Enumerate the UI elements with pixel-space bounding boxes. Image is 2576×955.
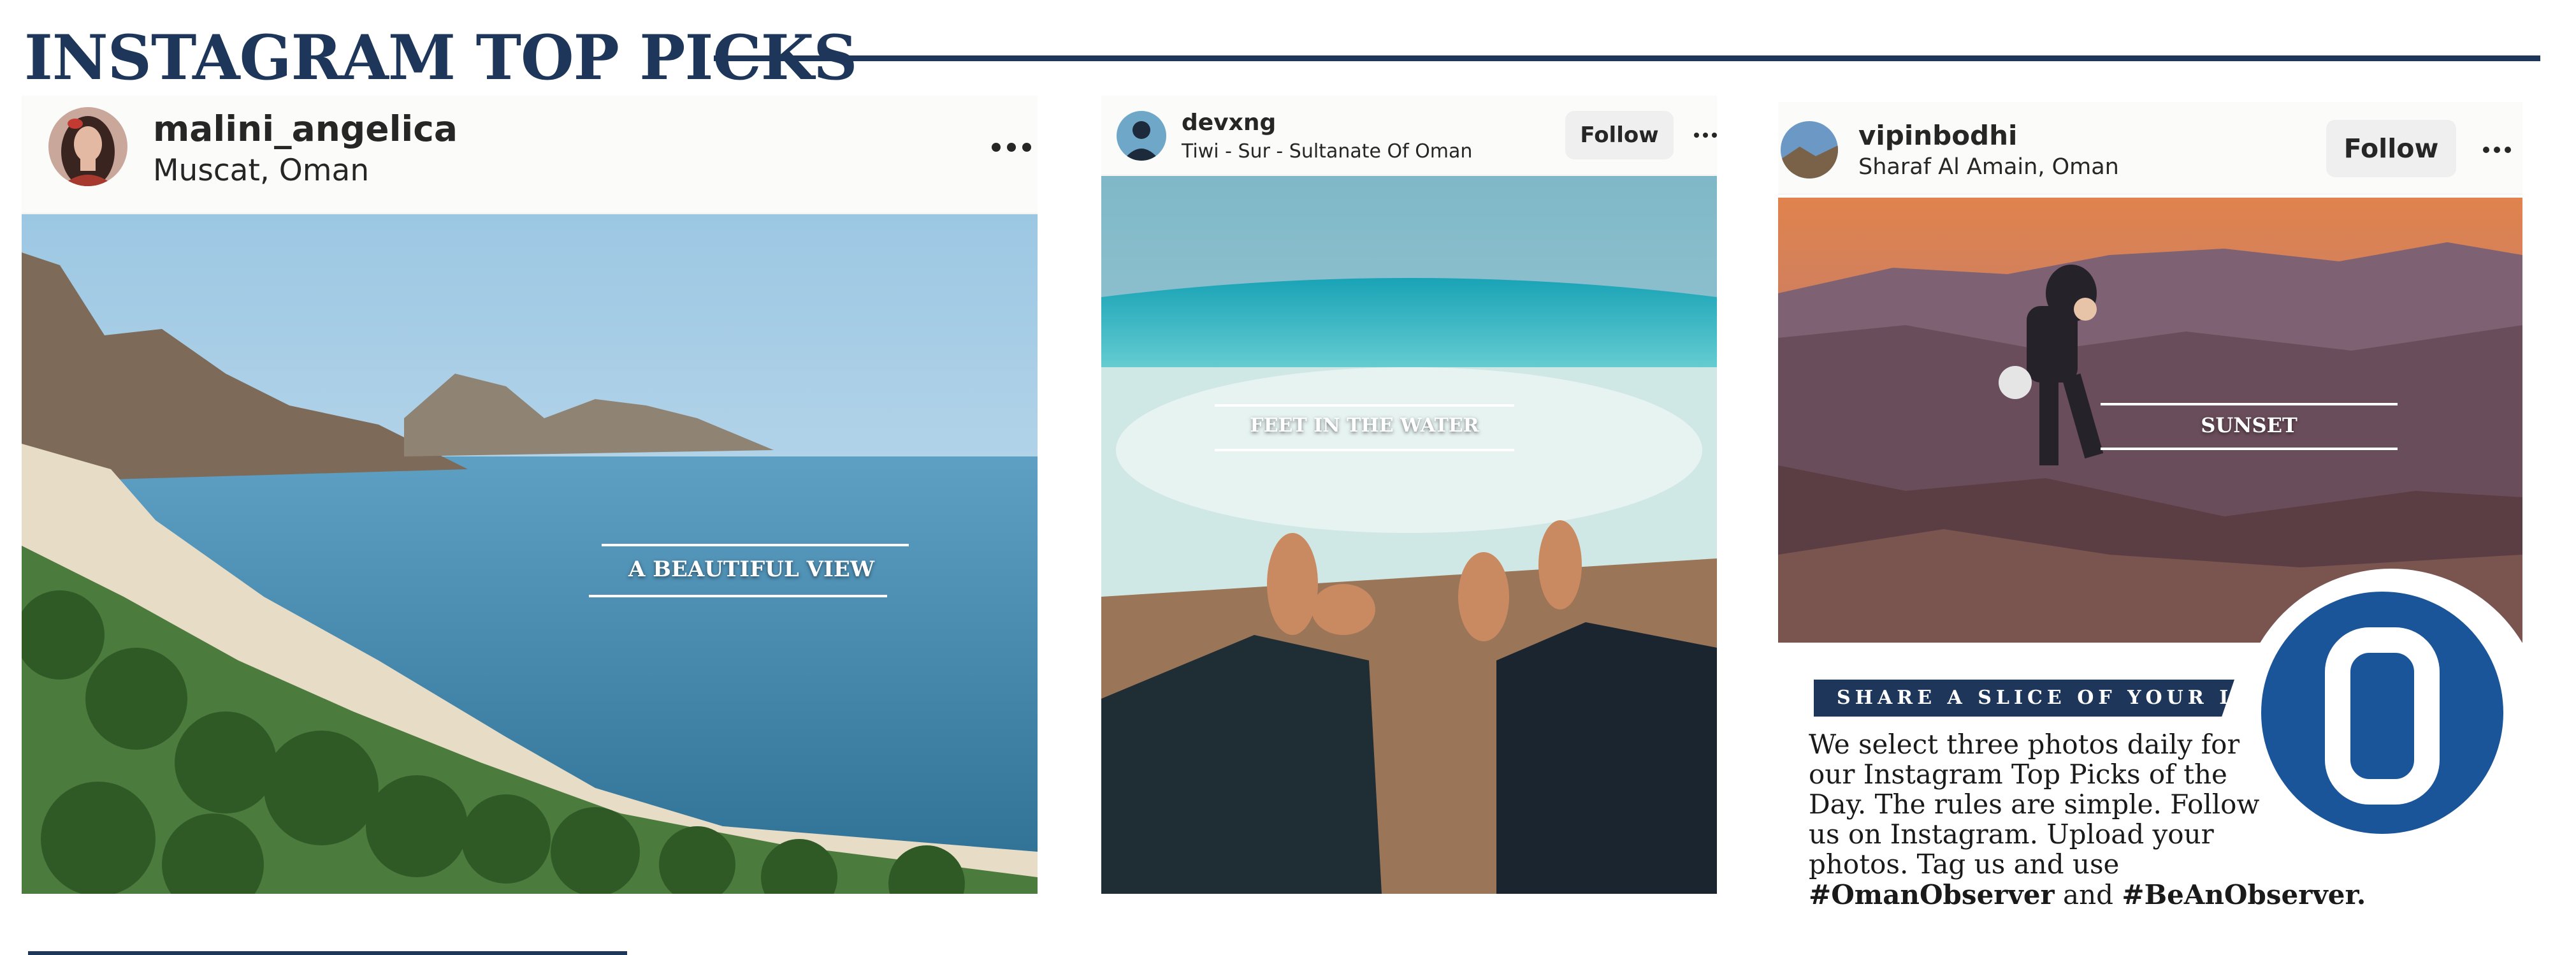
feet-in-water-image [1101, 176, 1717, 894]
more-options-icon[interactable] [992, 143, 1031, 152]
post-header: malini_angelica Muscat, Oman [22, 96, 1038, 214]
hashtag-conjunction: and [2063, 879, 2114, 910]
username[interactable]: malini_angelica [153, 108, 458, 149]
post-header: devxng Tiwi - Sur - Sultanate Of Oman Fo… [1101, 96, 1717, 175]
location[interactable]: Sharaf Al Amain, Oman [1858, 154, 2119, 180]
avatar-landscape-icon [1781, 121, 1838, 179]
follow-button[interactable]: Follow [2326, 120, 2456, 177]
footer-rule [28, 951, 627, 955]
avatar[interactable] [1117, 111, 1166, 161]
post-header: vipinbodhi Sharaf Al Amain, Oman Follow [1778, 102, 2522, 194]
caption-text: SUNSET [2201, 413, 2297, 437]
more-options-icon[interactable] [2483, 147, 2511, 153]
location[interactable]: Tiwi - Sur - Sultanate Of Oman [1182, 140, 1472, 163]
avatar-woman-icon [48, 107, 127, 186]
caption-text: FEET IN THE WATER [1250, 414, 1479, 437]
header-rule [714, 55, 2540, 61]
hashtag-oman-observer[interactable]: #OmanObserver [1809, 879, 2055, 910]
follow-button[interactable]: Follow [1565, 111, 1674, 159]
avatar[interactable] [48, 107, 127, 186]
caption-overlay: SUNSET [2101, 403, 2398, 453]
instagram-post-2: devxng Tiwi - Sur - Sultanate Of Oman Fo… [1101, 96, 1717, 894]
username[interactable]: devxng [1182, 110, 1276, 136]
instagram-post-3: vipinbodhi Sharaf Al Amain, Oman Follow [1778, 102, 2522, 643]
post-photo: A BEAUTIFUL VIEW [22, 214, 1038, 894]
caption-text: A BEAUTIFUL VIEW [628, 557, 875, 582]
post-photo: FEET IN THE WATER [1101, 176, 1717, 894]
instagram-post-1: malini_angelica Muscat, Oman A BEAUTIFUL… [22, 96, 1038, 894]
caption-overlay: A BEAUTIFUL VIEW [589, 544, 914, 601]
avatar-person-icon [1117, 111, 1166, 161]
username[interactable]: vipinbodhi [1858, 120, 2017, 151]
promo-body: We select three photos daily for our Ins… [1809, 729, 2260, 880]
location[interactable]: Muscat, Oman [153, 153, 369, 188]
observer-o-logo-icon [2238, 569, 2544, 875]
promo-heading: SHARE A SLICE OF YOUR LIFE [1837, 687, 2288, 709]
hashtag-be-an-observer[interactable]: #BeAnObserver. [2122, 879, 2366, 910]
more-options-icon[interactable] [1694, 133, 1717, 138]
avatar[interactable] [1781, 121, 1838, 179]
caption-overlay: FEET IN THE WATER [1215, 404, 1514, 455]
promo-hashtags: #OmanObserver and #BeAnObserver. [1809, 880, 2366, 910]
